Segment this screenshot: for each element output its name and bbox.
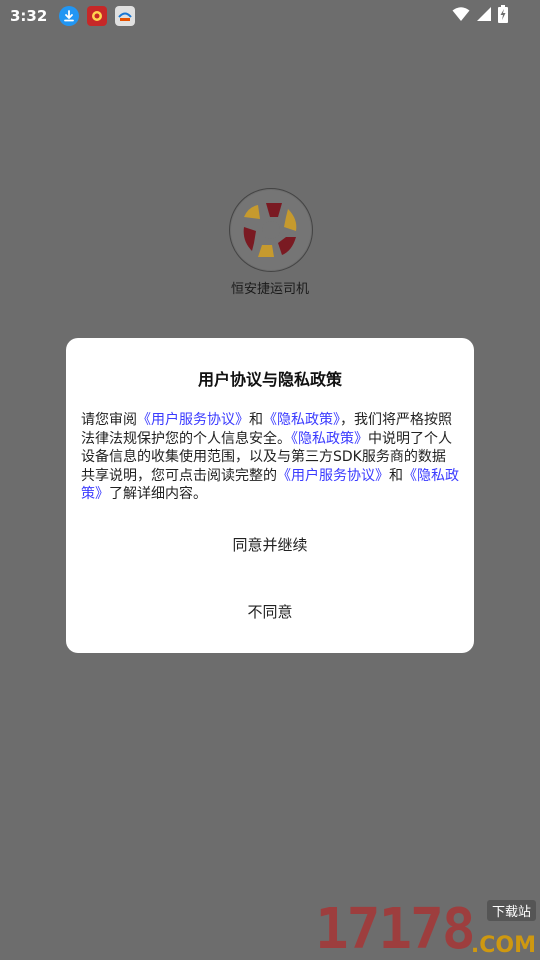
body-text: 和 [389, 467, 403, 484]
disagree-button[interactable]: 不同意 [66, 601, 474, 622]
download-icon [59, 6, 80, 26]
body-text: 和 [249, 412, 263, 428]
wifi-icon [452, 6, 470, 26]
battery-charging-icon [498, 5, 508, 27]
status-bar-left: 3:32 [0, 6, 136, 26]
app-logo [229, 188, 313, 272]
signal-icon [476, 6, 492, 26]
dialog-body: 请您审阅《用户服务协议》和《隐私政策》，我们将严格按照法律法规保护您的个人信息安… [81, 411, 459, 504]
agree-continue-button[interactable]: 同意并继续 [66, 534, 474, 555]
privacy-dialog: 用户协议与隐私政策 请您审阅《用户服务协议》和《隐私政策》，我们将严格按照法律法… [66, 338, 474, 653]
user-agreement-link[interactable]: 《用户服务协议》 [137, 412, 249, 428]
body-text: 了解详细内容。 [109, 486, 207, 502]
body-text: 请您审阅 [81, 412, 137, 428]
dialog-title: 用户协议与隐私政策 [197, 370, 342, 389]
watermark-suffix: .COM [470, 933, 536, 958]
status-bar-right [452, 5, 540, 27]
watermark-logo: 17178 下载站 .COM [315, 898, 540, 960]
status-time: 3:32 [10, 7, 48, 25]
status-bar: 3:32 [0, 0, 540, 32]
watermark-digits: 17178 [315, 897, 476, 960]
app-notification-icon-2 [115, 6, 136, 26]
privacy-policy-link-2[interactable]: 《隐私政策》 [291, 431, 368, 447]
app-name: 恒安捷运司机 [230, 282, 309, 297]
privacy-policy-link[interactable]: 《隐私政策》 [263, 412, 340, 428]
watermark-tag: 下载站 [486, 900, 536, 921]
user-agreement-link-2[interactable]: 《用户服务协议》 [277, 468, 389, 484]
app-notification-icon [87, 6, 108, 26]
